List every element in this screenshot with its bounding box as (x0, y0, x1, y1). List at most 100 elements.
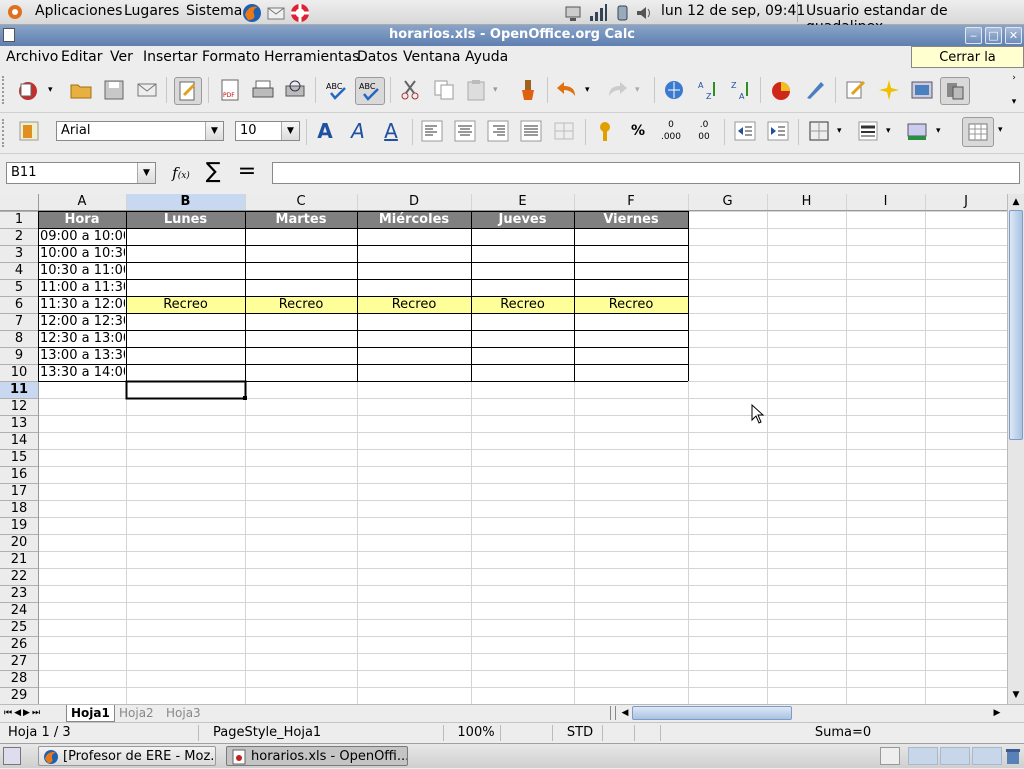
network-tray-icon[interactable] (563, 3, 581, 21)
borders-icon[interactable] (807, 119, 831, 143)
tab-navigation-icons[interactable]: ⏮◀▶⏭ (4, 706, 64, 720)
show-desktop-icon[interactable] (3, 747, 21, 765)
ubuntu-logo-icon[interactable] (6, 3, 24, 21)
undo-dropdown-icon[interactable]: ▾ (585, 78, 597, 102)
copy-icon[interactable] (432, 78, 456, 102)
italic-icon[interactable]: A (346, 119, 370, 143)
vertical-scroll-thumb[interactable] (1009, 210, 1023, 440)
firefox-launcher-icon[interactable] (242, 3, 261, 22)
align-center-icon[interactable] (453, 119, 477, 143)
help-launcher-icon[interactable] (290, 3, 309, 22)
new-dropdown-icon[interactable]: ▾ (48, 78, 60, 102)
column-header-i[interactable]: I (846, 194, 925, 210)
row-header-19[interactable]: 19 (0, 518, 38, 534)
email-launcher-icon[interactable] (266, 3, 285, 21)
row-header-4[interactable]: 4 (0, 263, 38, 279)
row-header-21[interactable]: 21 (0, 552, 38, 568)
find-replace-icon[interactable] (844, 78, 868, 102)
row-header-29[interactable]: 29 (0, 688, 38, 704)
row-header-15[interactable]: 15 (0, 450, 38, 466)
workspace-2-icon[interactable] (908, 747, 938, 765)
borders-dropdown-icon[interactable]: ▾ (837, 119, 849, 143)
sort-descending-icon[interactable]: ZA (729, 78, 753, 102)
row-header-3[interactable]: 3 (0, 246, 38, 262)
row-header-23[interactable]: 23 (0, 586, 38, 602)
table-header-cell[interactable]: Martes (245, 212, 357, 228)
volume-tray-icon[interactable] (634, 3, 652, 21)
table-header-cell[interactable]: Hora (38, 212, 126, 228)
email-document-icon[interactable] (135, 78, 159, 102)
row-header-2[interactable]: 2 (0, 229, 38, 245)
background-color-dropdown-icon[interactable]: ▾ (936, 119, 948, 143)
row-header-6[interactable]: 6 (0, 297, 38, 313)
menu-formato[interactable]: Formato (202, 49, 260, 65)
time-slot-cell[interactable]: 12:00 a 12:30 (40, 314, 125, 330)
cut-icon[interactable] (398, 78, 422, 102)
row-header-8[interactable]: 8 (0, 331, 38, 347)
add-decimal-icon[interactable]: 0.000 (659, 119, 683, 143)
function-wizard-icon[interactable]: f(x) (168, 162, 194, 184)
status-sum[interactable]: Suma=0 (668, 725, 1018, 741)
scroll-right-icon[interactable]: ▶ (990, 706, 1004, 720)
merge-cells-icon[interactable] (552, 119, 576, 143)
scroll-down-icon[interactable]: ▼ (1009, 688, 1023, 702)
table-header-cell[interactable]: Miércoles (357, 212, 471, 228)
close-window-button[interactable]: ✕ (1005, 27, 1022, 44)
table-header-cell[interactable]: Lunes (126, 212, 245, 228)
decrease-indent-icon[interactable] (733, 119, 757, 143)
undo-icon[interactable] (555, 78, 579, 102)
minimize-button[interactable]: ‒ (965, 27, 982, 44)
row-header-5[interactable]: 5 (0, 280, 38, 296)
row-header-11[interactable]: 11 (0, 382, 38, 398)
currency-format-icon[interactable] (593, 119, 617, 143)
maximize-button[interactable]: □ (985, 27, 1002, 44)
clone-formatting-icon[interactable] (516, 78, 540, 102)
fill-handle[interactable] (243, 396, 247, 400)
new-document-icon[interactable] (16, 78, 40, 102)
autospellcheck-icon[interactable]: ABC (355, 77, 385, 105)
formula-input[interactable] (272, 162, 1020, 184)
toolbar-grip[interactable] (2, 76, 8, 104)
underline-icon[interactable]: A (379, 119, 403, 143)
insert-chart-icon[interactable] (769, 78, 793, 102)
column-header-g[interactable]: G (688, 194, 767, 210)
background-color-icon[interactable] (905, 119, 929, 143)
row-header-12[interactable]: 12 (0, 399, 38, 415)
bold-icon[interactable]: A (313, 119, 337, 143)
break-cell[interactable]: Recreo (471, 297, 574, 313)
column-header-j[interactable]: J (925, 194, 1007, 210)
row-header-17[interactable]: 17 (0, 484, 38, 500)
font-size-combo[interactable]: 10 ▼ (235, 121, 300, 141)
time-slot-cell[interactable]: 10:30 a 11:00 (40, 263, 125, 279)
status-zoom[interactable]: 100% (452, 725, 501, 741)
row-header-14[interactable]: 14 (0, 433, 38, 449)
table-header-cell[interactable]: Jueves (471, 212, 574, 228)
time-slot-cell[interactable]: 09:00 a 10:00 (40, 229, 125, 245)
break-cell[interactable]: Recreo (126, 297, 245, 313)
redo-dropdown-icon[interactable]: ▾ (635, 78, 647, 102)
chevron-down-icon[interactable]: ▼ (205, 122, 223, 140)
row-header-10[interactable]: 10 (0, 365, 38, 381)
column-header-a[interactable]: A (38, 194, 126, 210)
spellcheck-icon[interactable]: ABC (325, 78, 349, 102)
status-selection-mode[interactable]: STD (558, 725, 603, 741)
redo-icon[interactable] (605, 78, 629, 102)
menu-ventana[interactable]: Ventana (403, 49, 461, 65)
navigator-icon[interactable] (877, 78, 901, 102)
tab-hoja2[interactable]: Hoja2 (115, 705, 158, 721)
status-page-style[interactable]: PageStyle_Hoja1 (213, 725, 444, 741)
justify-icon[interactable] (519, 119, 543, 143)
task-firefox[interactable]: [Profesor de ERE - Moz... (38, 746, 216, 766)
scroll-up-icon[interactable]: ▲ (1009, 195, 1023, 209)
panel-clock[interactable]: lun 12 de sep, 09:41 (661, 3, 805, 19)
edit-file-icon[interactable] (174, 77, 202, 105)
row-header-13[interactable]: 13 (0, 416, 38, 432)
show-draw-functions-icon[interactable] (803, 78, 827, 102)
percent-format-icon[interactable]: % (626, 119, 650, 143)
sort-ascending-icon[interactable]: AZ (696, 78, 720, 102)
paste-icon[interactable] (464, 78, 488, 102)
signal-tray-icon[interactable] (588, 3, 607, 21)
column-header-e[interactable]: E (471, 194, 574, 210)
time-slot-cell[interactable]: 10:00 a 10:30 (40, 246, 125, 262)
spreadsheet-grid[interactable]: A B C D E F G H I J 1 2 3 4 5 6 7 8 9 10 11 12 13 14 15 16 17 18 19 2… (0, 194, 1007, 704)
